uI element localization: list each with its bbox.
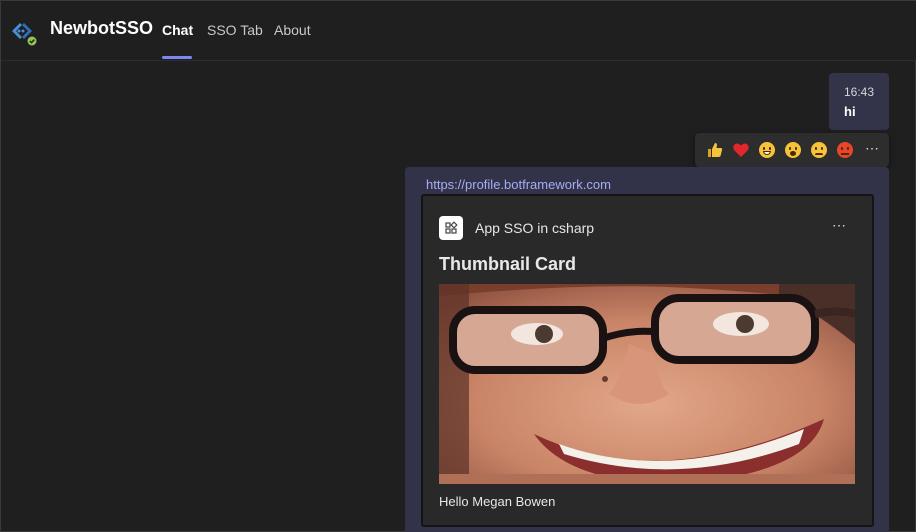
message-timestamp: 16:43	[844, 85, 875, 99]
laugh-icon[interactable]	[759, 142, 775, 158]
active-tab-indicator	[162, 56, 192, 59]
bot-message[interactable]: https://profile.botframework.com App SSO…	[405, 167, 889, 532]
sad-icon[interactable]	[811, 142, 827, 158]
user-message[interactable]: 16:43 hi	[829, 73, 889, 130]
tab-about-label: About	[274, 22, 311, 38]
tab-sso-label: SSO Tab	[207, 22, 263, 38]
heart-icon[interactable]	[732, 141, 750, 159]
tab-chat-label: Chat	[162, 22, 194, 38]
thumbnail-card: App SSO in csharp ⋯ Thumbnail Card Hello…	[421, 194, 874, 527]
reaction-bar: ⋯	[695, 133, 889, 167]
surprised-icon[interactable]	[785, 142, 801, 158]
bot-diamond-icon[interactable]	[9, 18, 39, 48]
message-link[interactable]: https://profile.botframework.com	[426, 177, 611, 192]
tab-about[interactable]: About	[274, 22, 311, 60]
thumbs-up-icon[interactable]	[706, 141, 724, 159]
message-text: hi	[844, 104, 856, 119]
card-more-options-icon[interactable]: ⋯	[832, 217, 846, 234]
app-title: NewbotSSO	[50, 18, 154, 38]
tab-chat[interactable]: Chat	[162, 22, 194, 60]
angry-icon[interactable]	[837, 142, 853, 158]
app-icon	[439, 216, 463, 240]
more-options-icon[interactable]: ⋯	[863, 139, 881, 157]
card-text: Hello Megan Bowen	[439, 494, 556, 509]
app-header: NewbotSSO Chat SSO Tab About	[1, 1, 916, 61]
card-title: Thumbnail Card	[439, 254, 577, 274]
card-thumbnail-image[interactable]	[439, 284, 855, 484]
tab-sso[interactable]: SSO Tab	[207, 22, 263, 60]
card-app-name: App SSO in csharp	[475, 220, 595, 236]
